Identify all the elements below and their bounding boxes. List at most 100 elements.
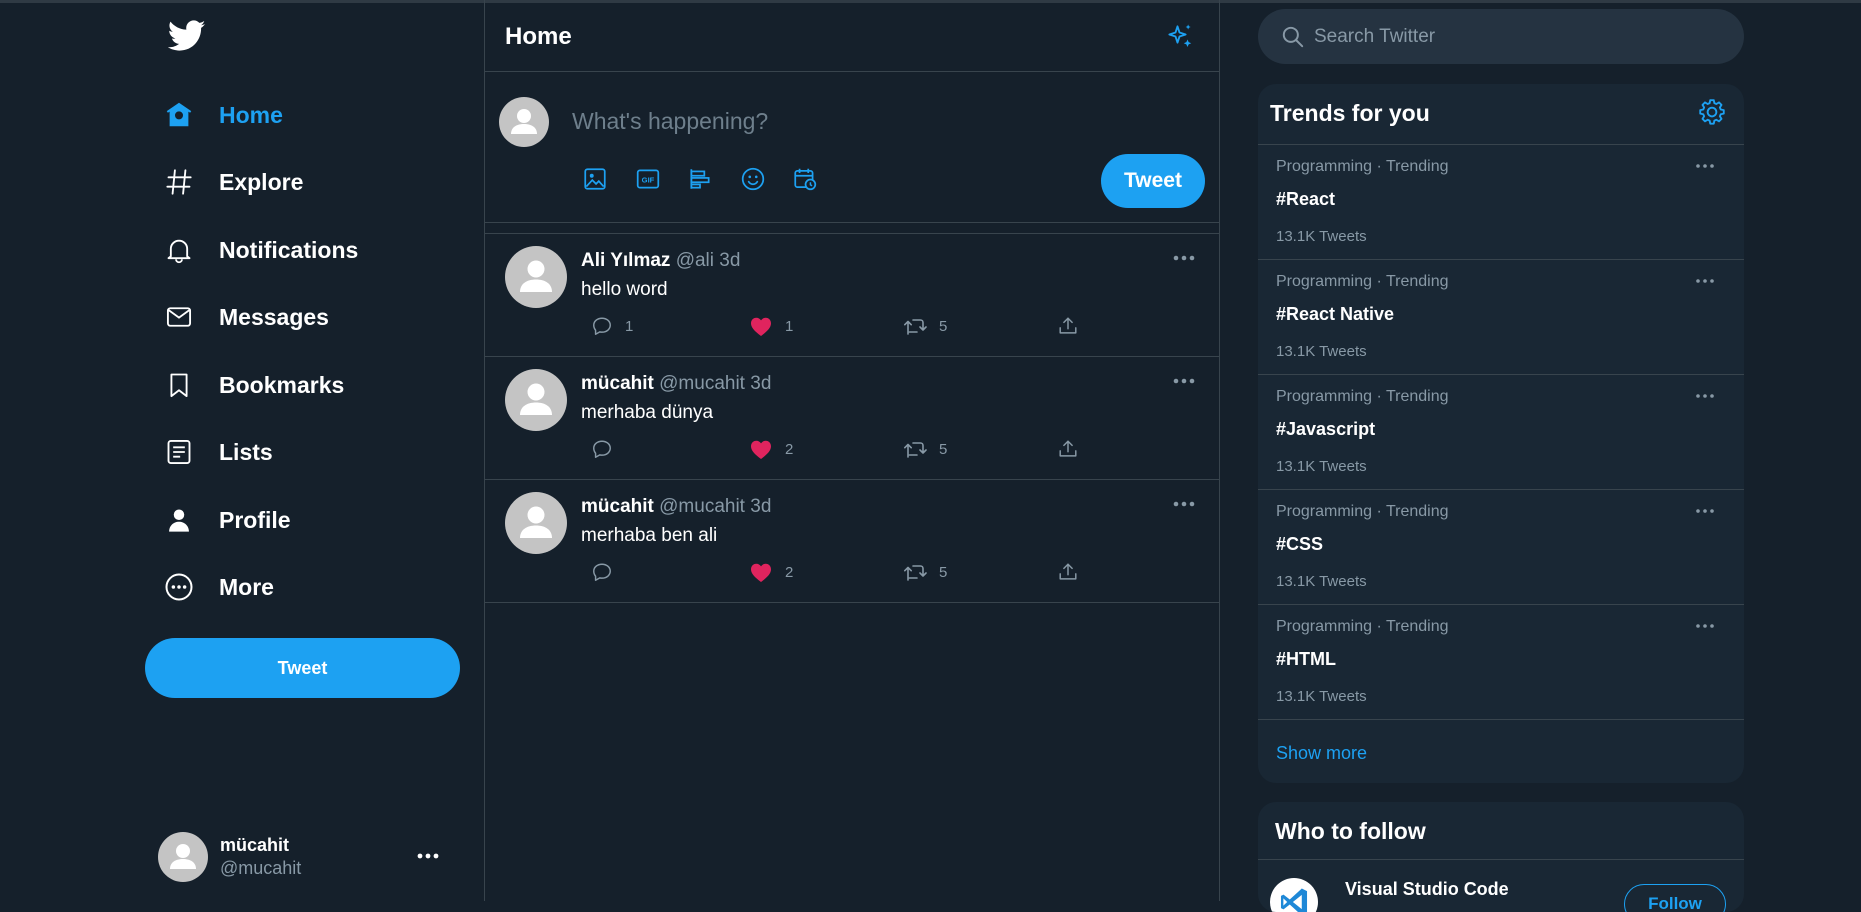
- tweet-author-handle: @ali: [675, 250, 714, 271]
- timeline-divider: [485, 223, 1219, 234]
- more-horizontal-icon[interactable]: [1694, 504, 1716, 518]
- bookmark-icon: [163, 369, 195, 401]
- tweet-author-name[interactable]: mücahit: [581, 496, 654, 517]
- tweet-card[interactable]: mücahit @mucahit 3d merhaba dünya 2 5: [485, 357, 1219, 480]
- like-button[interactable]: 2: [749, 561, 793, 583]
- trend-count: 13.1K Tweets: [1276, 343, 1367, 360]
- trend-item[interactable]: Programming · Trending #React Native 13.…: [1258, 260, 1744, 374]
- tweet-composer: GIF Tweet: [485, 72, 1219, 223]
- mail-icon: [163, 301, 195, 333]
- compose-input[interactable]: [572, 108, 1092, 135]
- more-horizontal-icon[interactable]: [1694, 159, 1716, 173]
- retweet-icon: [903, 561, 927, 583]
- follow-button[interactable]: Follow: [1624, 884, 1726, 912]
- main-timeline: Home GIF Tweet: [484, 0, 1220, 901]
- trend-category: Programming · Trending: [1276, 273, 1449, 290]
- search-input[interactable]: [1314, 25, 1714, 48]
- nav-item-bookmarks[interactable]: Bookmarks: [163, 363, 344, 407]
- more-horizontal-icon[interactable]: [1694, 619, 1716, 633]
- page-title: Home: [505, 23, 572, 50]
- schedule-icon[interactable]: [791, 165, 819, 193]
- emoji-icon[interactable]: [739, 165, 767, 193]
- nav-item-messages[interactable]: Messages: [163, 295, 329, 339]
- account-name: mücahit: [220, 835, 290, 855]
- trend-name: #React: [1276, 189, 1336, 209]
- left-sidebar: Home Explore Notifications Messages Book…: [0, 0, 484, 901]
- bell-icon: [163, 234, 195, 266]
- like-count: 1: [785, 317, 794, 335]
- image-icon[interactable]: [581, 165, 609, 193]
- hashtag-icon: [163, 166, 195, 198]
- retweet-button[interactable]: 5: [903, 561, 947, 583]
- trend-item[interactable]: Programming · Trending #React 13.1K Twee…: [1258, 145, 1744, 259]
- avatar[interactable]: [505, 369, 567, 431]
- follow-suggestion-name[interactable]: Visual Studio Code: [1345, 879, 1509, 900]
- reply-button[interactable]: [591, 438, 625, 460]
- gear-icon[interactable]: [1697, 97, 1727, 127]
- search-bar[interactable]: [1258, 9, 1744, 64]
- account-switcher[interactable]: mücahit @mucahit: [158, 832, 448, 882]
- trend-item[interactable]: Programming · Trending #HTML 13.1K Tweet…: [1258, 605, 1744, 719]
- who-to-follow-title: Who to follow: [1275, 818, 1426, 844]
- divider: [1258, 859, 1744, 860]
- tweet-card[interactable]: mücahit @mucahit 3d merhaba ben ali 2 5: [485, 480, 1219, 603]
- trend-count: 13.1K Tweets: [1276, 573, 1367, 590]
- avatar[interactable]: [505, 246, 567, 308]
- nav-label: Bookmarks: [219, 371, 345, 398]
- share-icon: [1057, 315, 1079, 337]
- trend-name: #React Native: [1276, 304, 1395, 324]
- retweet-button[interactable]: 5: [903, 315, 947, 337]
- more-horizontal-icon[interactable]: [1171, 248, 1197, 268]
- poll-icon[interactable]: [686, 165, 714, 193]
- show-more-link[interactable]: Show more: [1276, 743, 1367, 764]
- avatar: [158, 832, 208, 882]
- trend-category: Programming · Trending: [1276, 158, 1449, 175]
- list-icon: [163, 436, 195, 468]
- share-button[interactable]: [1057, 438, 1079, 460]
- sparkle-icon[interactable]: [1165, 22, 1195, 52]
- reply-button[interactable]: 1: [591, 315, 633, 337]
- nav-item-more[interactable]: More: [163, 565, 274, 609]
- retweet-count: 5: [939, 563, 948, 581]
- tweet-button[interactable]: Tweet: [145, 638, 460, 698]
- nav-label: Profile: [219, 506, 291, 533]
- compose-tweet-button[interactable]: Tweet: [1101, 154, 1205, 208]
- vscode-logo-icon[interactable]: [1270, 878, 1318, 912]
- trend-name: #HTML: [1276, 649, 1336, 669]
- gif-icon[interactable]: GIF: [634, 165, 662, 193]
- search-icon: [1280, 24, 1306, 50]
- more-horizontal-icon[interactable]: [1694, 274, 1716, 288]
- like-button[interactable]: 2: [749, 438, 793, 460]
- nav-item-lists[interactable]: Lists: [163, 430, 273, 474]
- nav-item-explore[interactable]: Explore: [163, 160, 303, 204]
- share-icon: [1057, 438, 1079, 460]
- nav-label: Home: [219, 101, 283, 128]
- nav-item-home[interactable]: Home: [163, 93, 283, 137]
- avatar: [499, 97, 549, 147]
- tweet-card[interactable]: Ali Yılmaz @ali 3d hello word 1 1 5: [485, 234, 1219, 357]
- retweet-count: 5: [939, 317, 948, 335]
- share-button[interactable]: [1057, 561, 1079, 583]
- trend-category: Programming · Trending: [1276, 618, 1449, 635]
- trend-count: 13.1K Tweets: [1276, 228, 1367, 245]
- nav-item-profile[interactable]: Profile: [163, 498, 291, 542]
- avatar[interactable]: [505, 492, 567, 554]
- more-horizontal-icon[interactable]: [414, 844, 442, 868]
- nav-item-notifications[interactable]: Notifications: [163, 228, 358, 272]
- more-horizontal-icon[interactable]: [1694, 389, 1716, 403]
- trend-item[interactable]: Programming · Trending #CSS 13.1K Tweets: [1258, 490, 1744, 604]
- trends-title: Trends for you: [1270, 100, 1430, 126]
- tweet-author-name[interactable]: mücahit: [581, 373, 654, 394]
- share-button[interactable]: [1057, 315, 1079, 337]
- reply-button[interactable]: [591, 561, 625, 583]
- more-horizontal-icon[interactable]: [1171, 371, 1197, 391]
- tweet-author-name[interactable]: Ali Yılmaz: [581, 250, 670, 271]
- trend-item[interactable]: Programming · Trending #Javascript 13.1K…: [1258, 375, 1744, 489]
- trend-count: 13.1K Tweets: [1276, 458, 1367, 475]
- divider: [1258, 719, 1744, 720]
- retweet-button[interactable]: 5: [903, 438, 947, 460]
- user-icon: [163, 504, 195, 536]
- like-button[interactable]: 1: [749, 315, 793, 337]
- more-horizontal-icon[interactable]: [1171, 494, 1197, 514]
- twitter-logo-icon[interactable]: [168, 20, 208, 56]
